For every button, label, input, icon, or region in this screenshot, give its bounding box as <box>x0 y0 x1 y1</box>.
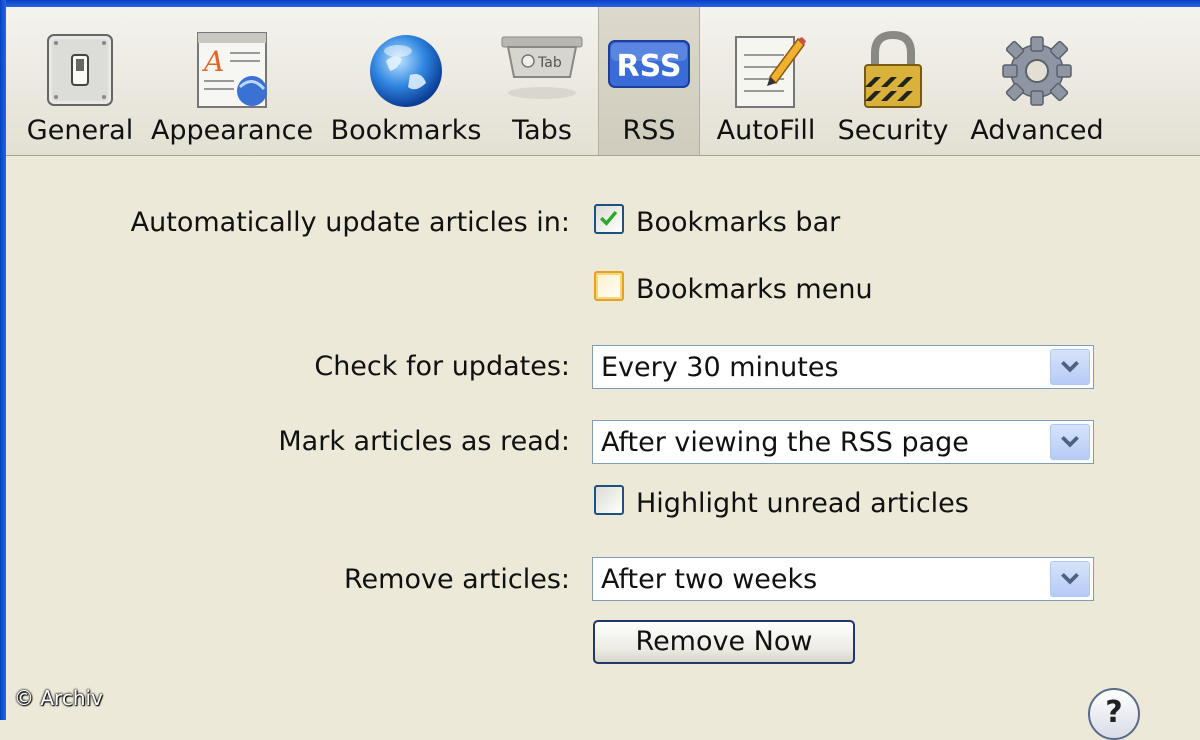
tab-advanced[interactable]: Advanced <box>962 7 1112 155</box>
mark-read-label: Mark articles as read: <box>278 426 570 457</box>
help-button[interactable]: ? <box>1088 688 1140 740</box>
tab-tabs[interactable]: Tab Tabs <box>488 7 596 155</box>
highlight-unread-checkbox[interactable] <box>594 485 624 515</box>
gear-icon <box>1002 36 1072 106</box>
preferences-toolbar: General A Appearance Bookmarks Tab Tabs … <box>6 7 1200 156</box>
tab-security[interactable]: Security <box>828 7 958 155</box>
remove-articles-label: Remove articles: <box>343 564 570 595</box>
select-value: After viewing the RSS page <box>601 427 969 458</box>
dropdown-button[interactable] <box>1050 349 1090 385</box>
font-document-icon: A <box>197 32 267 108</box>
globe-icon <box>370 35 442 107</box>
tab-icon: Tab <box>501 36 583 99</box>
select-value: After two weeks <box>601 564 818 595</box>
dropdown-button[interactable] <box>1050 424 1090 460</box>
tab-label: Advanced <box>970 115 1104 146</box>
chevron-down-icon <box>1061 435 1079 448</box>
chevron-down-icon <box>1061 360 1079 373</box>
remove-articles-select[interactable]: After two weeks <box>592 557 1094 601</box>
checkmark-icon <box>599 210 618 226</box>
tab-label: RSS <box>622 115 676 146</box>
padlock-icon <box>864 30 922 108</box>
bookmarks-bar-checkbox[interactable] <box>594 204 624 234</box>
tab-rss[interactable]: RSS RSS <box>598 7 700 155</box>
bookmarks-menu-checkbox[interactable] <box>594 271 624 301</box>
tab-icon-text: Tab <box>537 55 562 71</box>
tab-label: Bookmarks <box>330 115 482 146</box>
mark-read-select[interactable]: After viewing the RSS page <box>592 420 1094 464</box>
rss-icon: RSS <box>608 40 690 88</box>
bookmarks-bar-label: Bookmarks bar <box>636 207 841 238</box>
svg-text:A: A <box>201 45 224 78</box>
tab-label: Security <box>837 115 949 146</box>
tab-label: General <box>26 115 134 146</box>
window-title-bar <box>0 0 1200 7</box>
tab-label: Appearance <box>150 115 314 146</box>
light-switch-icon <box>47 34 113 106</box>
tab-autofill[interactable]: AutoFill <box>706 7 826 155</box>
select-value: Every 30 minutes <box>601 352 839 383</box>
tab-general[interactable]: General <box>20 7 140 155</box>
highlight-unread-label: Highlight unread articles <box>636 488 969 519</box>
remove-now-button[interactable]: Remove Now <box>593 620 855 664</box>
chevron-down-icon <box>1061 572 1079 585</box>
tab-bookmarks[interactable]: Bookmarks <box>326 7 486 155</box>
copyright-watermark: © Archiv <box>14 686 103 710</box>
pencil-form-icon <box>735 36 806 108</box>
bookmarks-menu-label: Bookmarks menu <box>636 274 873 305</box>
dropdown-button[interactable] <box>1050 561 1090 597</box>
check-updates-label: Check for updates: <box>314 351 570 382</box>
tab-label: Tabs <box>512 115 572 146</box>
auto-update-label: Automatically update articles in: <box>130 207 570 238</box>
rss-icon-text: RSS <box>617 49 682 84</box>
tab-appearance[interactable]: A Appearance <box>142 7 322 155</box>
tab-label: AutoFill <box>716 115 816 146</box>
check-updates-select[interactable]: Every 30 minutes <box>592 345 1094 389</box>
